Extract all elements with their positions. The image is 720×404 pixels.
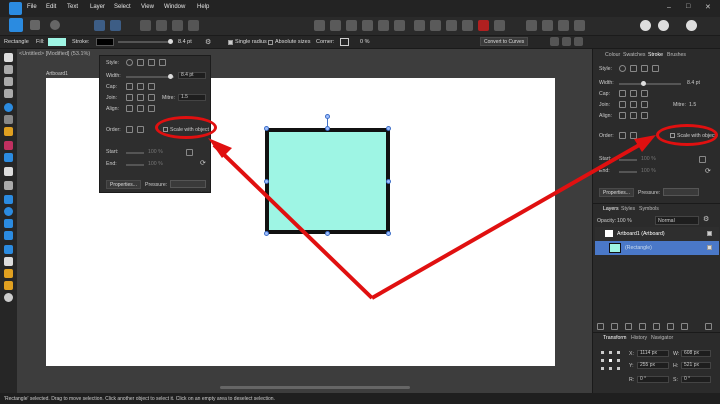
- status-bar: 'Rectangle' selected. Drag to move selec…: [0, 393, 720, 404]
- arrowhead-left: [208, 138, 232, 158]
- annotation-arrows: [208, 135, 656, 300]
- status-text: 'Rectangle' selected. Drag to move selec…: [4, 396, 275, 402]
- arrow-line-right: [371, 138, 649, 300]
- arrowhead-right: [634, 135, 656, 152]
- arrow-line-left: [212, 143, 374, 300]
